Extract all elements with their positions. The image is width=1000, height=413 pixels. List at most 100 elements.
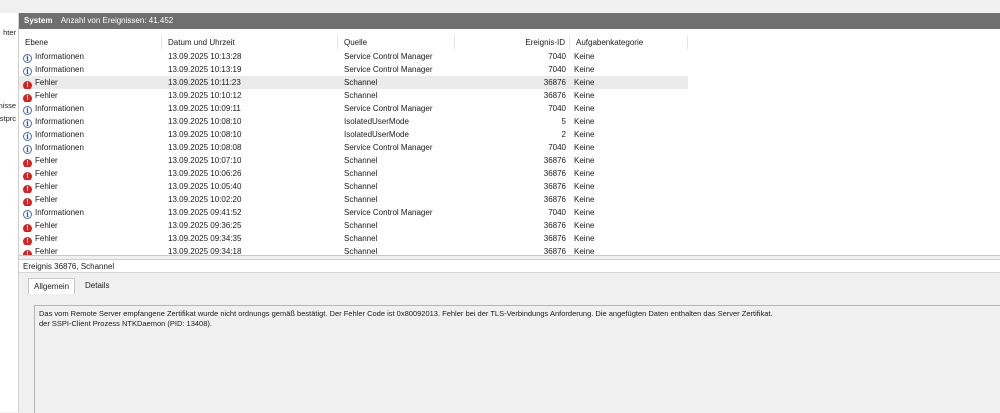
cell-datetime: 13.09.2025 10:10:12 <box>168 91 242 100</box>
cell-datetime: 13.09.2025 10:06:26 <box>168 169 242 178</box>
cell-datetime: 13.09.2025 10:11:23 <box>168 78 241 87</box>
tab-allgemein[interactable]: Allgemein <box>28 278 76 294</box>
cell-event-id: 36876 <box>543 156 566 165</box>
information-icon: i <box>23 119 32 128</box>
event-message-box[interactable]: Das vom Remote Server empfangene Zertifi… <box>34 305 1000 413</box>
cell-datetime: 13.09.2025 09:36:25 <box>168 221 242 230</box>
cell-datetime: 13.09.2025 09:34:18 <box>168 247 242 255</box>
detail-title: Ereignis 36876, Schannel <box>19 260 1000 273</box>
cell-category: Keine <box>574 247 595 255</box>
level-label: Fehler <box>35 182 58 191</box>
cell-category: Keine <box>574 143 595 152</box>
level-label: Informationen <box>35 117 84 126</box>
column-header-event-id[interactable]: Ereignis-ID <box>455 36 570 49</box>
cell-level: i Informationen <box>23 102 163 115</box>
level-label: Fehler <box>35 156 58 165</box>
column-header-row: Ebene Datum und Uhrzeit Quelle Ereignis-… <box>19 36 688 49</box>
tree-item-fragment[interactable]: stprc <box>0 114 16 123</box>
table-row[interactable]: ! Fehler 13.09.2025 09:34:18 Schannel 36876 K… <box>19 245 1000 255</box>
cell-level: i Informationen <box>23 141 163 154</box>
cell-category: Keine <box>574 234 595 243</box>
error-icon: ! <box>23 224 32 232</box>
table-row[interactable]: i Informationen 13.09.2025 10:08:10 Isolate… <box>19 115 1000 128</box>
row-spacer <box>688 76 1000 89</box>
level-label: Informationen <box>35 143 84 152</box>
tree-item-fragment[interactable]: hter <box>3 28 16 37</box>
cell-event-id: 36876 <box>543 91 566 100</box>
level-label: Fehler <box>35 247 58 255</box>
cell-level: ! Fehler <box>23 180 163 193</box>
cell-category: Keine <box>574 208 595 217</box>
table-row[interactable]: ! Fehler 13.09.2025 09:34:35 Schannel 36876 K… <box>19 232 1000 245</box>
column-header-level[interactable]: Ebene <box>19 36 162 49</box>
table-row[interactable]: ! Fehler 13.09.2025 10:10:12 Schannel 36876 K… <box>19 89 1000 102</box>
information-icon: i <box>23 132 32 141</box>
cell-datetime: 13.09.2025 10:08:10 <box>168 117 242 126</box>
error-icon: ! <box>23 81 32 89</box>
table-row[interactable]: i Informationen 13.09.2025 10:13:28 Service… <box>19 50 1000 63</box>
cell-event-id: 36876 <box>543 195 566 204</box>
column-header-source[interactable]: Quelle <box>338 36 455 49</box>
error-icon: ! <box>23 159 32 167</box>
cell-category: Keine <box>574 130 595 139</box>
level-label: Fehler <box>35 195 58 204</box>
tree-item-fragment[interactable]: nisse <box>0 101 16 110</box>
information-icon: i <box>23 145 32 154</box>
cell-category: Keine <box>574 104 595 113</box>
table-row[interactable]: i Informationen 13.09.2025 09:41:52 Service… <box>19 206 1000 219</box>
message-line: Das vom Remote Server empfangene Zertifi… <box>39 309 773 318</box>
cell-datetime: 13.09.2025 10:13:19 <box>168 65 242 74</box>
cell-event-id: 36876 <box>543 234 566 243</box>
cell-event-id: 7040 <box>548 52 566 61</box>
cell-event-id: 7040 <box>548 143 566 152</box>
cell-category: Keine <box>574 65 595 74</box>
level-label: Informationen <box>35 208 84 217</box>
table-row[interactable]: i Informationen 13.09.2025 10:13:19 Service… <box>19 63 1000 76</box>
cell-event-id: 5 <box>561 117 566 126</box>
table-row[interactable]: ! Fehler 13.09.2025 10:06:26 Schannel 36876 K… <box>19 167 1000 180</box>
table-row[interactable]: ! Fehler 13.09.2025 10:07:10 Schannel 36876 K… <box>19 154 1000 167</box>
table-row[interactable]: i Informationen 13.09.2025 10:08:10 Isolate… <box>19 128 1000 141</box>
cell-datetime: 13.09.2025 09:41:52 <box>168 208 242 217</box>
tab-details[interactable]: Details <box>80 278 114 293</box>
error-icon: ! <box>23 94 32 102</box>
level-label: Informationen <box>35 130 84 139</box>
cell-level: ! Fehler <box>23 193 163 206</box>
cell-event-id: 36876 <box>543 78 566 87</box>
cell-datetime: 13.09.2025 10:13:28 <box>168 52 242 61</box>
information-icon: i <box>23 210 32 219</box>
cell-event-id: 2 <box>561 130 566 139</box>
cell-datetime: 13.09.2025 10:05:40 <box>168 182 242 191</box>
window-top-strip <box>0 0 1000 13</box>
cell-level: ! Fehler <box>23 89 163 102</box>
cell-category: Keine <box>574 169 595 178</box>
event-rows: i Informationen 13.09.2025 10:13:28 Service… <box>19 50 1000 255</box>
cell-datetime: 13.09.2025 10:07:10 <box>168 156 242 165</box>
table-row[interactable]: ! Fehler 13.09.2025 10:02:20 Schannel 36876 K… <box>19 193 1000 206</box>
column-header-datetime[interactable]: Datum und Uhrzeit <box>162 36 338 49</box>
cell-category: Keine <box>574 78 595 87</box>
table-row[interactable]: ! Fehler 13.09.2025 10:11:23 Schannel 36876 K… <box>19 76 1000 89</box>
level-label: Fehler <box>35 78 58 87</box>
cell-level: i Informationen <box>23 63 163 76</box>
level-label: Fehler <box>35 169 58 178</box>
cell-event-id: 36876 <box>543 247 566 255</box>
level-label: Informationen <box>35 65 84 74</box>
table-row[interactable]: ! Fehler 13.09.2025 10:05:40 Schannel 36876 K… <box>19 180 1000 193</box>
log-header-bar: System Anzahl von Ereignissen: 41.452 <box>19 13 1000 29</box>
cell-event-id: 36876 <box>543 182 566 191</box>
console-tree-pane[interactable]: hter nisse stprc <box>0 13 19 412</box>
information-icon: i <box>23 54 32 63</box>
cell-category: Keine <box>574 52 595 61</box>
column-header-task-category[interactable]: Aufgabenkategorie <box>570 36 688 49</box>
level-label: Informationen <box>35 104 84 113</box>
event-list[interactable]: Ebene Datum und Uhrzeit Quelle Ereignis-… <box>19 29 1000 255</box>
error-icon: ! <box>23 237 32 245</box>
cell-category: Keine <box>574 182 595 191</box>
cell-datetime: 13.09.2025 10:02:20 <box>168 195 242 204</box>
table-row[interactable]: ! Fehler 13.09.2025 09:36:25 Schannel 36876 K… <box>19 219 1000 232</box>
table-row[interactable]: i Informationen 13.09.2025 10:08:08 Service… <box>19 141 1000 154</box>
error-icon: ! <box>23 172 32 180</box>
cell-datetime: 13.09.2025 10:08:10 <box>168 130 242 139</box>
table-row[interactable]: i Informationen 13.09.2025 10:09:11 Service… <box>19 102 1000 115</box>
